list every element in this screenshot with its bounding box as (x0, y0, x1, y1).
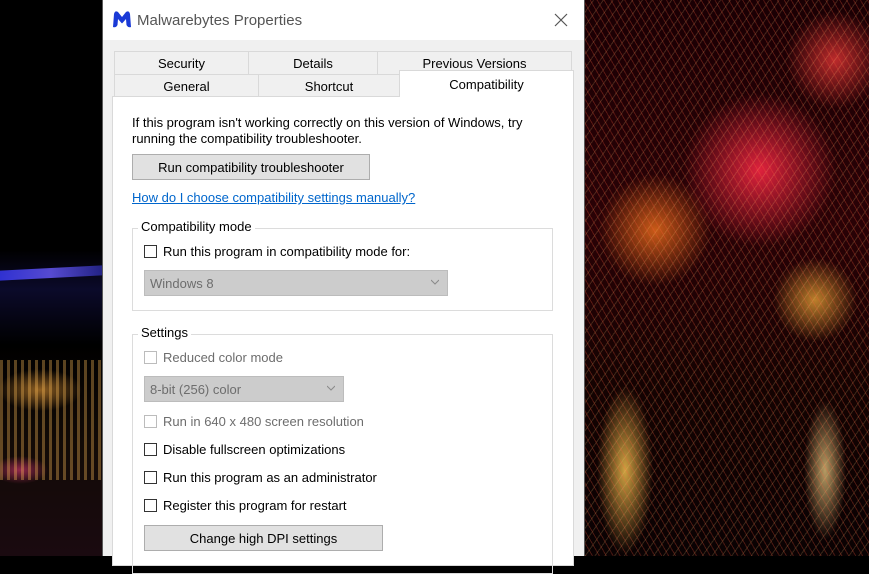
manual-settings-link[interactable]: How do I choose compatibility settings m… (132, 190, 415, 205)
intro-text: If this program isn't working correctly … (132, 115, 523, 146)
reduced-color-label: Reduced color mode (163, 350, 283, 365)
desktop-wallpaper-fireworks (585, 0, 869, 556)
wallpaper-firework-streaks (585, 0, 869, 556)
close-button[interactable] (538, 0, 584, 40)
properties-dialog: Malwarebytes Properties Security Details… (102, 0, 585, 574)
register-restart-checkbox[interactable] (144, 499, 157, 512)
close-icon (554, 13, 568, 27)
tab-label: General (163, 78, 210, 94)
select-value: 8-bit (256) color (150, 381, 242, 397)
res-640-checkbox-row: Run in 640 x 480 screen resolution (144, 414, 364, 429)
tab-security[interactable]: Security (114, 51, 249, 74)
reduced-color-checkbox (144, 351, 157, 364)
tab-label: Compatibility (449, 76, 524, 92)
change-dpi-button[interactable]: Change high DPI settings (144, 525, 383, 551)
run-admin-checkbox-row[interactable]: Run this program as an administrator (144, 470, 377, 485)
tab-label: Shortcut (304, 78, 354, 94)
select-value: Windows 8 (150, 275, 214, 291)
res-640-checkbox (144, 415, 157, 428)
register-restart-checkbox-row[interactable]: Register this program for restart (144, 498, 347, 513)
settings-legend: Settings (138, 325, 191, 340)
compatibility-mode-legend: Compatibility mode (138, 219, 255, 234)
compat-mode-checkbox[interactable] (144, 245, 157, 258)
button-label: Run compatibility troubleshooter (158, 159, 344, 175)
os-version-select[interactable]: Windows 8 (144, 270, 448, 296)
compat-mode-label: Run this program in compatibility mode f… (163, 244, 411, 259)
tab-label: Security (158, 55, 205, 71)
desktop-wallpaper-left (0, 0, 102, 556)
tab-general[interactable]: General (114, 74, 259, 97)
malwarebytes-logo-icon (111, 8, 133, 30)
chevron-down-icon (327, 385, 335, 391)
color-depth-select: 8-bit (256) color (144, 376, 344, 402)
tab-label: Details (293, 55, 333, 71)
button-label: Change high DPI settings (189, 530, 338, 546)
wallpaper-city-lights (0, 360, 102, 480)
res-640-label: Run in 640 x 480 screen resolution (163, 414, 364, 429)
compat-mode-checkbox-row[interactable]: Run this program in compatibility mode f… (144, 244, 410, 259)
fullscreen-opt-checkbox-row[interactable]: Disable fullscreen optimizations (144, 442, 345, 457)
reduced-color-checkbox-row: Reduced color mode (144, 350, 283, 365)
tab-shortcut[interactable]: Shortcut (258, 74, 400, 97)
wallpaper-bridge-lights (0, 265, 102, 281)
run-admin-checkbox[interactable] (144, 471, 157, 484)
tab-details[interactable]: Details (248, 51, 378, 74)
compatibility-panel: If this program isn't working correctly … (112, 96, 574, 574)
register-restart-label: Register this program for restart (163, 498, 347, 513)
run-admin-label: Run this program as an administrator (163, 470, 377, 485)
fullscreen-opt-label: Disable fullscreen optimizations (163, 442, 346, 457)
run-troubleshooter-button[interactable]: Run compatibility troubleshooter (132, 154, 370, 180)
window-title: Malwarebytes Properties (137, 12, 303, 29)
fullscreen-opt-checkbox[interactable] (144, 443, 157, 456)
tab-compatibility[interactable]: Compatibility (399, 70, 574, 97)
chevron-down-icon (431, 279, 439, 285)
title-bar[interactable]: Malwarebytes Properties (103, 0, 584, 40)
tab-label: Previous Versions (422, 55, 527, 71)
